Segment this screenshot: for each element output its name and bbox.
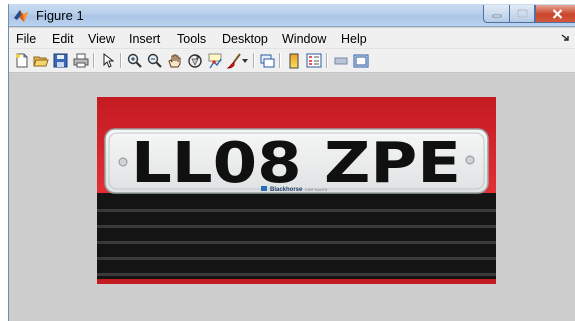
insert-colorbar-button[interactable] — [285, 52, 302, 69]
window-controls — [483, 5, 575, 24]
menu-view[interactable]: View — [88, 32, 115, 46]
plate-screw — [118, 157, 128, 167]
license-plate-image: LL08 ZPE Blackhorse CAR SALES — [97, 97, 496, 284]
menu-bar: File Edit View Insert Tools Desktop Wind… — [9, 28, 575, 49]
menu-tools[interactable]: Tools — [177, 32, 206, 46]
plate-screw — [465, 155, 475, 165]
menu-file[interactable]: File — [16, 32, 36, 46]
edit-plot-button[interactable] — [99, 52, 116, 69]
save-figure-button[interactable] — [52, 52, 69, 69]
pan-button[interactable] — [166, 52, 183, 69]
minimize-icon — [492, 14, 501, 17]
toolbar-separator — [253, 53, 254, 68]
zoom-out-icon — [147, 53, 162, 68]
open-file-icon — [32, 56, 49, 66]
figure-toolbar — [9, 49, 575, 73]
zoom-in-icon — [127, 53, 142, 68]
menu-edit[interactable]: Edit — [52, 32, 74, 46]
zoom-in-button[interactable] — [126, 52, 143, 69]
data-cursor-icon — [208, 53, 222, 68]
dealer-suffix: CAR SALES — [305, 187, 328, 192]
insert-colorbar-icon — [289, 53, 298, 68]
new-figure-icon — [16, 53, 28, 68]
menu-help[interactable]: Help — [341, 32, 367, 46]
close-icon — [552, 8, 562, 19]
print-figure-button[interactable] — [72, 52, 89, 69]
brush-dropdown-button[interactable] — [240, 52, 250, 69]
chevron-down-icon — [242, 58, 248, 63]
pan-icon — [168, 54, 181, 67]
title-bar[interactable]: Figure 1 — [9, 4, 575, 27]
minimize-button[interactable] — [483, 5, 509, 23]
window-title: Figure 1 — [36, 8, 84, 23]
save-figure-icon — [53, 53, 68, 68]
show-plot-tools-button[interactable] — [352, 52, 369, 69]
maximize-button[interactable] — [509, 5, 535, 23]
dock-figure-icon[interactable] — [560, 34, 570, 42]
toolbar-separator — [279, 53, 280, 68]
insert-legend-icon — [306, 53, 321, 68]
link-plot-button[interactable] — [258, 52, 275, 69]
figure-canvas[interactable]: LL08 ZPE Blackhorse CAR SALES — [9, 74, 575, 321]
toolbar-separator — [120, 53, 121, 68]
print-figure-icon — [73, 53, 88, 68]
figure-window: Figure 1 File Edit View Insert Tools Des… — [8, 4, 575, 321]
open-file-button[interactable] — [32, 52, 49, 69]
hide-plot-tools-button[interactable] — [332, 52, 349, 69]
insert-legend-button[interactable] — [305, 52, 322, 69]
zoom-out-button[interactable] — [146, 52, 163, 69]
radiator-grille — [97, 193, 496, 284]
menu-desktop[interactable]: Desktop — [222, 32, 268, 46]
edit-plot-icon — [103, 53, 114, 68]
rotate-3d-button[interactable] — [186, 52, 203, 69]
dealer-name: Blackhorse — [270, 187, 303, 193]
new-figure-button[interactable] — [13, 52, 30, 69]
show-plot-tools-icon — [353, 54, 368, 67]
link-plot-icon — [260, 54, 274, 67]
maximize-icon — [516, 9, 528, 18]
data-cursor-button[interactable] — [206, 52, 223, 69]
menu-insert[interactable]: Insert — [129, 32, 160, 46]
menu-window[interactable]: Window — [282, 32, 326, 46]
rotate-3d-icon — [187, 53, 202, 68]
dealer-logo — [261, 186, 267, 191]
hide-plot-tools-icon — [334, 57, 347, 64]
matlab-icon — [14, 10, 28, 22]
license-plate: LL08 ZPE Blackhorse CAR SALES — [104, 128, 489, 196]
close-button[interactable] — [535, 5, 575, 23]
toolbar-separator — [326, 53, 327, 68]
toolbar-separator — [93, 53, 94, 68]
